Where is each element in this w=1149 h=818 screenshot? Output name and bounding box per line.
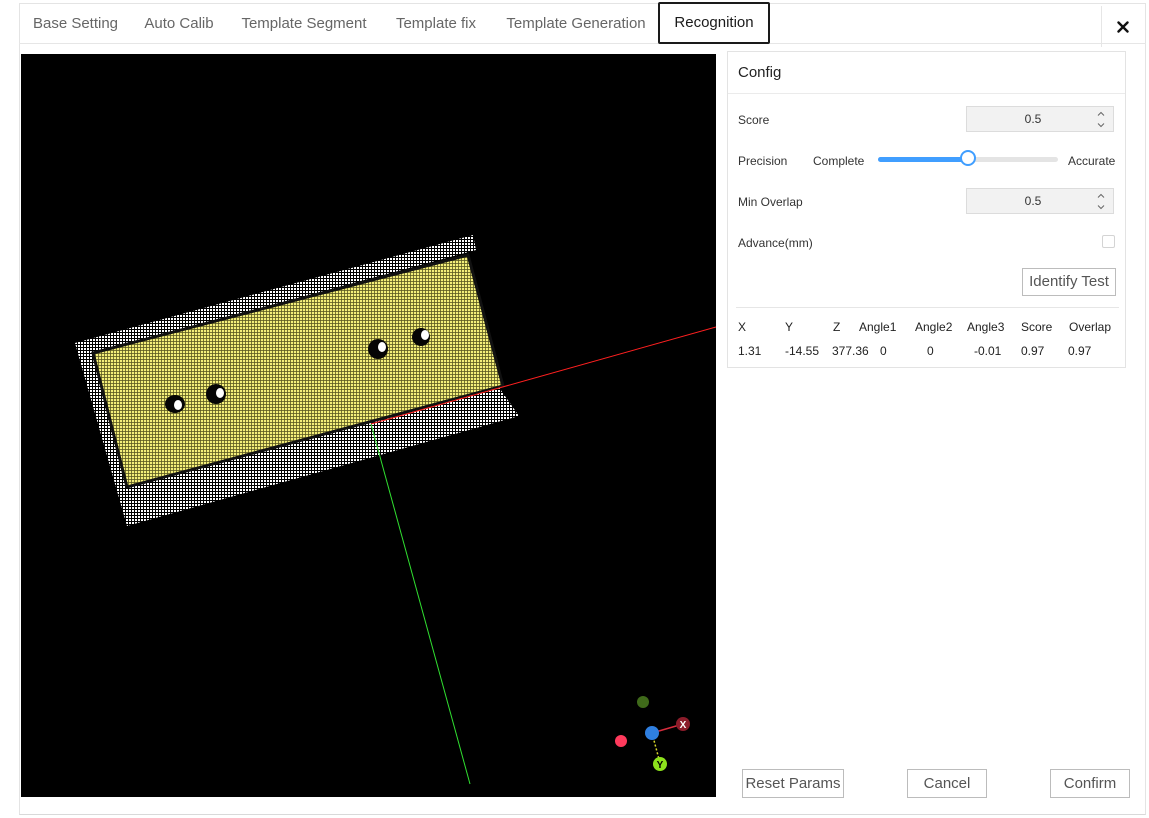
chevron-up-icon[interactable] [1097,192,1105,200]
result-value-angle1: 0 [880,344,887,358]
result-header-overlap: Overlap [1069,320,1112,334]
reset-params-button[interactable]: Reset Params [742,769,844,798]
advance-checkbox[interactable] [1102,235,1115,248]
result-header-angle3: Angle3 [967,320,1005,334]
result-value-score: 0.97 [1021,344,1045,358]
point-cloud-viewport[interactable]: X Y [21,54,716,797]
min-overlap-value: 0.5 [1024,194,1042,208]
tab-recognition[interactable]: Recognition [658,2,770,44]
config-panel: Config Score 0.5 Precision Complete Accu… [727,51,1126,368]
result-value-angle2: 0 [927,344,934,358]
gizmo-z-minus-dot[interactable] [637,696,649,708]
score-label: Score [738,113,770,127]
tab-auto-calib[interactable]: Auto Calib [138,3,220,44]
y-axis-line [370,423,471,785]
gizmo-z-dot[interactable] [645,726,659,740]
precision-label: Precision [738,154,788,168]
close-button[interactable] [1101,6,1143,47]
advance-label: Advance(mm) [738,236,813,250]
tab-base-setting[interactable]: Base Setting [23,3,128,44]
precision-min-label: Complete [813,154,865,168]
min-overlap-stepper[interactable] [1085,189,1113,213]
gizmo-y-label: Y [657,760,664,771]
config-title: Config [728,52,1125,94]
result-value-x: 1.31 [738,344,762,358]
tab-template-segment[interactable]: Template Segment [235,3,373,44]
point-cloud-canvas: X Y [75,235,716,785]
tab-template-generation[interactable]: Template Generation [498,3,654,44]
result-header-y: Y [785,320,794,334]
chevron-down-icon[interactable] [1097,203,1105,211]
tab-bar: Base Setting Auto Calib Template Segment… [19,2,1146,47]
precision-slider-handle[interactable] [960,150,976,166]
cancel-button[interactable]: Cancel [907,769,987,798]
result-header-z: Z [833,320,841,334]
result-header-angle2: Angle2 [915,320,953,334]
score-spinbox[interactable]: 0.5 [966,106,1114,132]
identify-test-button[interactable]: Identify Test [1022,268,1116,296]
result-value-z: 377.36 [832,344,869,358]
result-header-score: Score [1021,320,1053,334]
confirm-button[interactable]: Confirm [1050,769,1130,798]
score-value: 0.5 [1024,112,1042,126]
min-overlap-spinbox[interactable]: 0.5 [966,188,1114,214]
result-value-angle3: -0.01 [974,344,1002,358]
result-value-overlap: 0.97 [1068,344,1092,358]
result-divider [736,307,1119,308]
precision-max-label: Accurate [1068,154,1116,168]
gizmo-x-minus-dot[interactable] [615,735,627,747]
min-overlap-label: Min Overlap [738,195,803,209]
axes-gizmo[interactable]: X Y [615,696,690,771]
result-header-angle1: Angle1 [859,320,897,334]
score-stepper[interactable] [1085,107,1113,131]
precision-slider[interactable] [878,150,1058,166]
result-value-y: -14.55 [785,344,820,358]
tab-template-fix[interactable]: Template fix [388,3,484,44]
gizmo-x-label: X [680,720,687,731]
chevron-up-icon[interactable] [1097,110,1105,118]
result-header-x: X [738,320,747,334]
chevron-down-icon[interactable] [1097,121,1105,129]
close-icon [1116,20,1129,33]
precision-slider-fill [878,157,968,162]
